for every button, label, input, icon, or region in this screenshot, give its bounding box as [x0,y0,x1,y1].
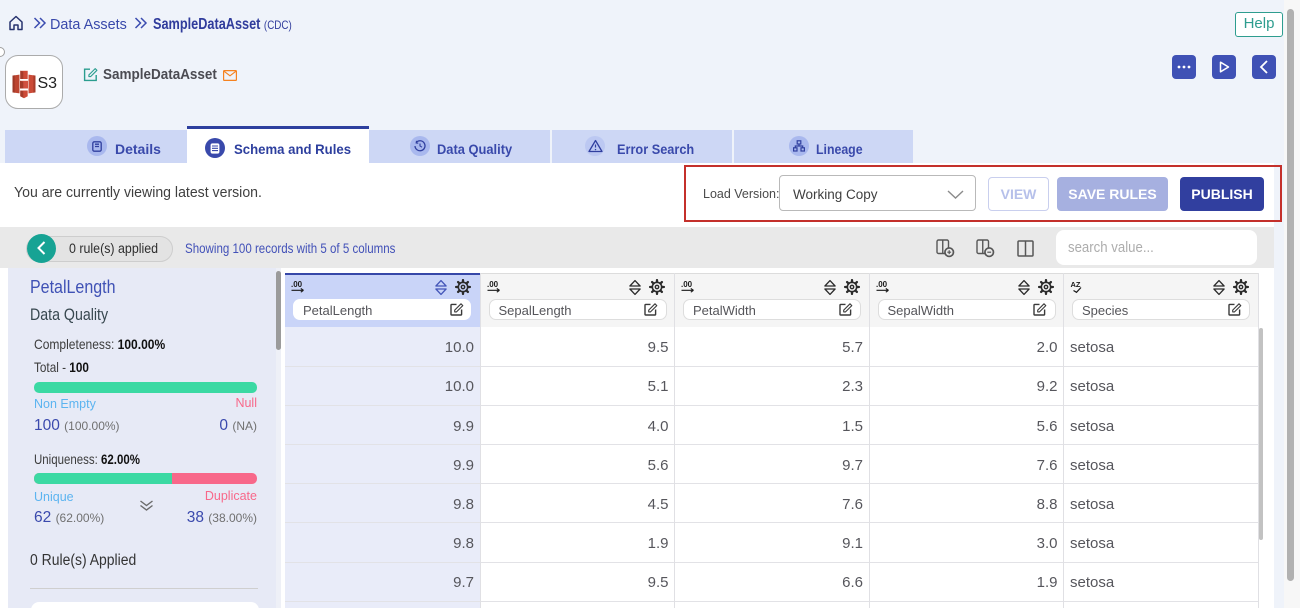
svg-text:.00: .00 [291,280,303,289]
svg-text:.00: .00 [876,280,888,289]
svg-text:.00: .00 [487,280,499,289]
svg-text:.00: .00 [681,280,693,289]
svg-text:AZ: AZ [1071,280,1081,289]
